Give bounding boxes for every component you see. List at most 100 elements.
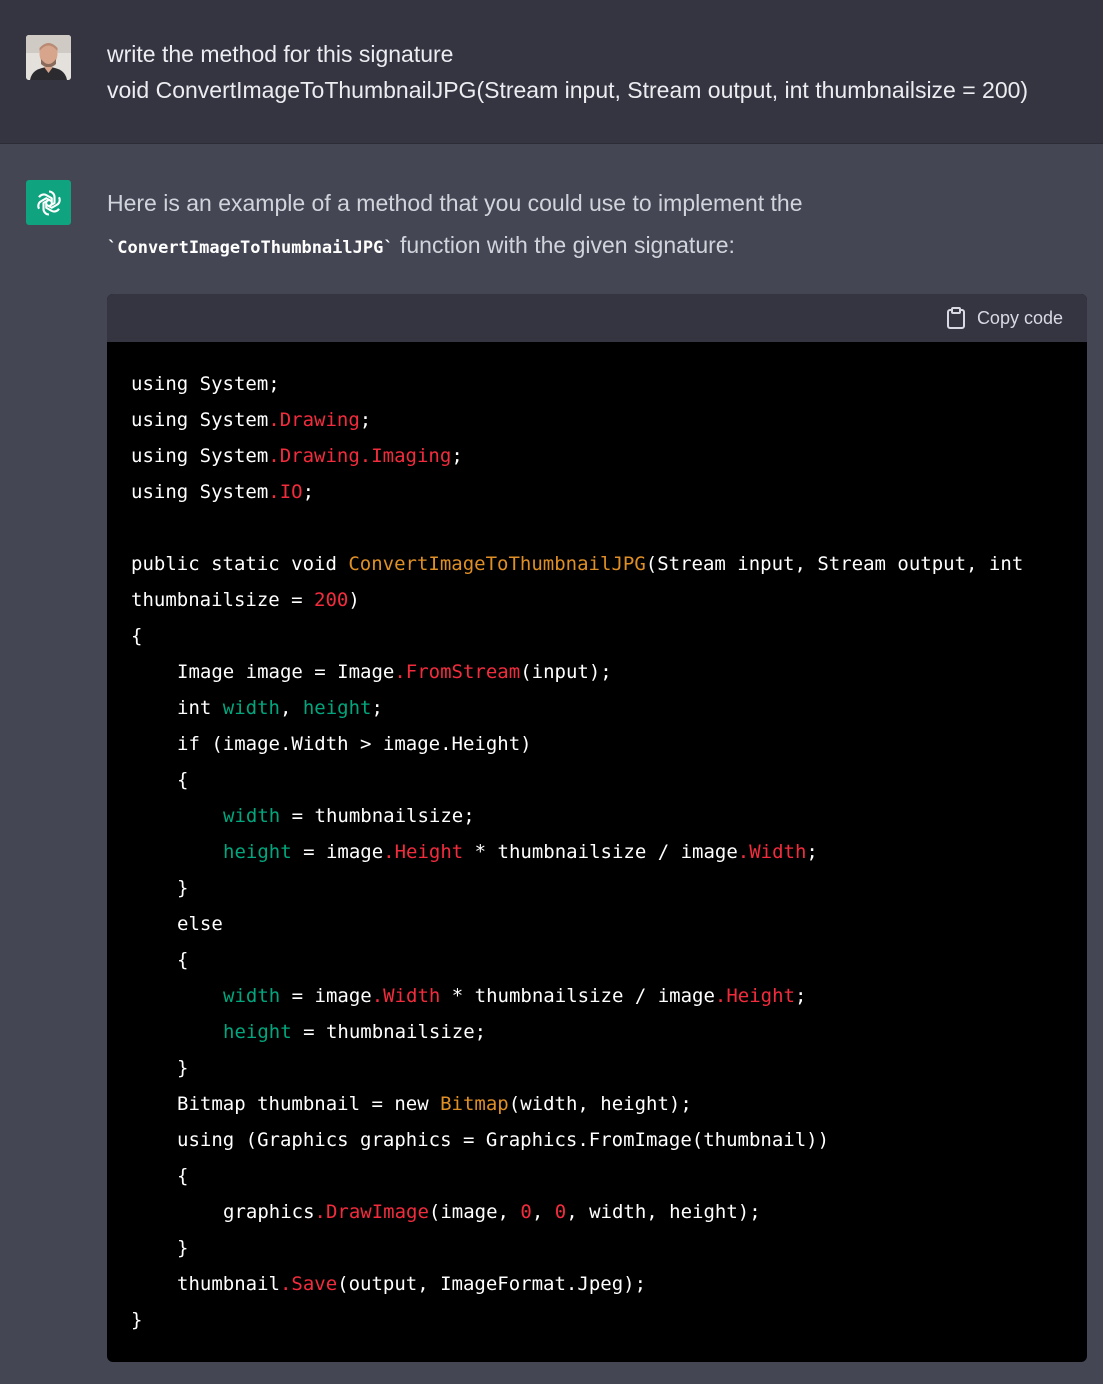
code-token: = thumbnailsize; <box>280 805 475 827</box>
assistant-message: Here is an example of a method that you … <box>0 144 1103 1384</box>
code-token: , width, height); <box>566 1201 761 1223</box>
code-line: { <box>131 762 1063 798</box>
code-token: using (Graphics graphics = Graphics.From… <box>177 1129 830 1151</box>
clipboard-icon <box>946 307 965 329</box>
user-message-line-2: void ConvertImageToThumbnailJPG(Stream i… <box>107 77 1029 103</box>
code-token: graphics <box>223 1201 315 1223</box>
code-token: .FromStream <box>394 661 521 683</box>
openai-logo-icon <box>36 189 61 216</box>
code-token: * thumbnailsize / image <box>440 985 715 1007</box>
code-line: graphics.DrawImage(image, 0, 0, width, h… <box>131 1194 1063 1230</box>
code-line: width = thumbnailsize; <box>131 798 1063 834</box>
code-line: } <box>131 1230 1063 1266</box>
code-token: (Stream input, Stream output, int <box>645 553 1024 575</box>
code-token: height <box>223 841 292 863</box>
code-token: } <box>177 877 189 899</box>
code-line: thumbnail.Save(output, ImageFormat.Jpeg)… <box>131 1266 1063 1302</box>
code-token: 200 <box>314 589 349 611</box>
code-token: ; <box>794 985 807 1007</box>
code-token: } <box>131 1309 143 1331</box>
code-line: else <box>131 906 1063 942</box>
copy-code-button[interactable]: Copy code <box>945 306 1063 330</box>
code-token: (input); <box>520 661 612 683</box>
code-line: { <box>131 1158 1063 1194</box>
code-token: else <box>177 913 223 935</box>
code-line: } <box>131 1302 1063 1338</box>
code-token: * thumbnailsize / image <box>463 841 738 863</box>
code-line: height = image.Height * thumbnailsize / … <box>131 834 1063 870</box>
code-token: { <box>177 1165 189 1187</box>
code-token: ; <box>371 697 383 719</box>
code-line: public static void ConvertImageToThumbna… <box>131 546 1063 582</box>
code-token: Bitmap <box>440 1093 509 1115</box>
code-line: using System; <box>131 366 1063 402</box>
code-line: using System.Drawing; <box>131 402 1063 438</box>
code-token: .Drawing.Imaging <box>268 445 452 467</box>
code-token: { <box>131 625 143 647</box>
code-line: } <box>131 1050 1063 1086</box>
code-token: width <box>223 805 281 827</box>
assistant-intro-line-1: Here is an example of a method that you … <box>107 190 803 216</box>
code-token: height <box>223 1021 292 1043</box>
code-token: height <box>302 697 372 719</box>
code-token: ; <box>302 481 315 503</box>
inline-code: `ConvertImageToThumbnailJPG` <box>107 238 394 258</box>
code-token: = thumbnailsize; <box>291 1021 487 1043</box>
code-token: = image <box>291 841 384 863</box>
code-token: int <box>177 697 223 719</box>
code-line: width = image.Width * thumbnailsize / im… <box>131 978 1063 1014</box>
code-token: ; <box>806 841 818 863</box>
code-block-header: Copy code <box>107 294 1087 342</box>
code-token: ) <box>348 589 360 611</box>
code-token: (width, height); <box>508 1093 692 1115</box>
code-token: 0 <box>520 1201 532 1223</box>
code-line: int width, height; <box>131 690 1063 726</box>
code-token: width <box>222 697 280 719</box>
code-token: Image image = Image <box>177 661 395 683</box>
code-token: (image, <box>428 1201 521 1223</box>
code-token: if (image.Width > image.Height) <box>177 733 532 755</box>
code-token: ; <box>451 445 463 467</box>
code-token: , <box>279 697 303 719</box>
assistant-intro-line-2: `ConvertImageToThumbnailJPG` function wi… <box>107 224 1067 269</box>
code-line: using System.Drawing.Imaging; <box>131 438 1063 474</box>
code-line: height = thumbnailsize; <box>131 1014 1063 1050</box>
user-avatar-photo-icon <box>26 35 71 80</box>
code-line: } <box>131 870 1063 906</box>
code-token: ; <box>359 409 372 431</box>
code-line: using System.IO; <box>131 474 1063 510</box>
user-message-line-1: write the method for this signature <box>107 41 454 67</box>
code-token: .Drawing <box>268 409 360 431</box>
assistant-intro-suffix: function with the given signature: <box>393 232 735 258</box>
code-block: Copy code using System; using System.Draw… <box>107 294 1087 1362</box>
copy-code-label: Copy code <box>976 307 1063 328</box>
code-token: .Width <box>371 985 441 1007</box>
code-token: { <box>177 949 189 971</box>
code-token: .IO <box>268 481 303 503</box>
code-token: using System; <box>131 373 280 395</box>
code-line: Image image = Image.FromStream(input); <box>131 654 1063 690</box>
code-content: using System; using System.Drawing; using … <box>107 342 1087 1338</box>
code-token: using System <box>131 445 269 467</box>
user-message-text: write the method for this signature void… <box>107 36 1087 108</box>
code-token: .DrawImage <box>314 1201 429 1223</box>
code-token: thumbnail <box>177 1273 280 1295</box>
assistant-intro-text: Here is an example of a method that you … <box>107 182 1067 269</box>
code-token: .Width <box>737 841 807 863</box>
code-line: { <box>131 942 1063 978</box>
code-line: { <box>131 618 1063 654</box>
code-token: using System <box>131 481 269 503</box>
code-token: 0 <box>554 1201 567 1223</box>
code-token: ConvertImageToThumbnailJPG <box>348 553 646 575</box>
code-token: .Height <box>383 841 464 863</box>
code-token: .Height <box>714 985 795 1007</box>
code-line: Bitmap thumbnail = new Bitmap(width, hei… <box>131 1086 1063 1122</box>
code-line: using (Graphics graphics = Graphics.From… <box>131 1122 1063 1158</box>
code-line: thumbnailsize = 200) <box>131 582 1063 618</box>
code-token: .Save <box>279 1273 338 1295</box>
code-token: (output, ImageFormat.Jpeg); <box>337 1273 647 1295</box>
code-token: } <box>177 1057 189 1079</box>
code-token: , <box>531 1201 555 1223</box>
code-token: public static void <box>131 553 349 575</box>
code-token: } <box>177 1237 189 1259</box>
